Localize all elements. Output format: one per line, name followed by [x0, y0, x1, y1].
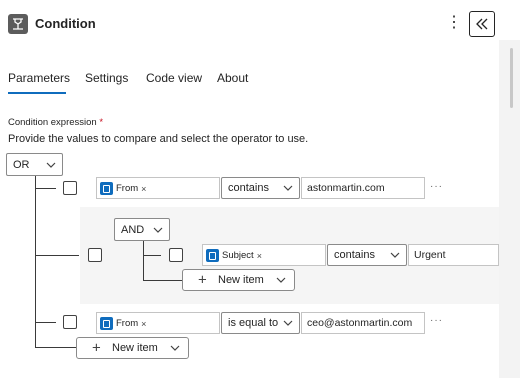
row-options-button[interactable]: ···	[430, 181, 443, 192]
row-options-button[interactable]: ···	[430, 315, 443, 326]
dynamic-content-token: Subject ×	[206, 248, 262, 263]
condition-right-field[interactable]: ceo@astonmartin.com	[301, 312, 425, 334]
group-operator-value: AND	[121, 223, 145, 236]
remove-token-icon[interactable]: ×	[257, 251, 262, 261]
chevron-down-icon	[276, 277, 286, 283]
operator-dropdown[interactable]: contains	[327, 244, 407, 266]
group-new-item-button[interactable]: + New item	[182, 269, 295, 291]
tree-branch	[35, 347, 76, 348]
chevron-down-icon	[170, 345, 180, 351]
operator-value: contains	[228, 182, 269, 194]
active-tab-indicator	[8, 92, 66, 94]
new-item-label: New item	[218, 274, 264, 286]
operator-value: contains	[334, 249, 375, 261]
new-item-button[interactable]: + New item	[76, 337, 189, 359]
dynamic-content-token: From ×	[100, 181, 146, 196]
tree-branch	[35, 255, 79, 256]
tab-settings[interactable]: Settings	[85, 71, 128, 85]
tree-branch	[35, 188, 56, 189]
value-text: Urgent	[414, 249, 446, 261]
double-chevron-left-icon	[476, 18, 488, 30]
plus-icon: +	[92, 339, 101, 357]
new-item-label: New item	[112, 342, 158, 354]
plus-icon: +	[198, 271, 207, 289]
panel-title: Condition	[35, 16, 96, 31]
root-operator-value: OR	[13, 158, 30, 171]
group-operator-dropdown[interactable]: AND	[114, 218, 170, 241]
tab-about[interactable]: About	[217, 71, 248, 85]
group-tree-branch	[143, 280, 182, 281]
more-options-button[interactable]: ⋮	[446, 12, 462, 34]
collapse-panel-button[interactable]	[469, 11, 495, 37]
outlook-icon	[100, 182, 113, 195]
condition-right-field[interactable]: Urgent	[408, 244, 499, 266]
token-label: Subject	[222, 250, 254, 261]
dynamic-content-token: From ×	[100, 316, 146, 331]
condition-icon	[8, 14, 28, 34]
group-tree-line	[143, 241, 144, 280]
chevron-down-icon	[153, 227, 163, 233]
chevron-down-icon	[283, 320, 293, 326]
token-label: From	[116, 318, 139, 329]
token-label: From	[116, 183, 139, 194]
condition-description: Provide the values to compare and select…	[8, 133, 309, 145]
group-tree-branch	[143, 255, 161, 256]
group-checkbox[interactable]	[88, 248, 102, 262]
chevron-down-icon	[283, 185, 293, 191]
condition-expression-text: Condition expression	[8, 117, 97, 128]
remove-token-icon[interactable]: ×	[141, 319, 146, 329]
remove-token-icon[interactable]: ×	[141, 184, 146, 194]
condition-left-field[interactable]: From ×	[96, 177, 220, 199]
row-checkbox[interactable]	[63, 315, 77, 329]
operator-dropdown[interactable]: contains	[221, 177, 300, 199]
condition-expression-label: Condition expression *	[8, 117, 103, 128]
value-text: astonmartin.com	[307, 182, 385, 194]
outlook-icon	[206, 249, 219, 262]
scrollbar-thumb[interactable]	[510, 48, 513, 108]
chevron-down-icon	[390, 252, 400, 258]
required-mark: *	[99, 117, 104, 128]
tree-branch	[35, 322, 56, 323]
condition-left-field[interactable]: Subject ×	[202, 244, 326, 266]
outlook-icon	[100, 317, 113, 330]
tab-code-view[interactable]: Code view	[146, 71, 202, 85]
operator-dropdown[interactable]: is equal to	[221, 312, 300, 334]
row-checkbox[interactable]	[63, 181, 77, 195]
condition-right-field[interactable]: astonmartin.com	[301, 177, 425, 199]
value-text: ceo@astonmartin.com	[307, 317, 413, 329]
row-checkbox[interactable]	[169, 248, 183, 262]
root-operator-dropdown[interactable]: OR	[6, 153, 63, 176]
condition-left-field[interactable]: From ×	[96, 312, 220, 334]
chevron-down-icon	[46, 162, 56, 168]
tab-parameters[interactable]: Parameters	[8, 71, 70, 85]
operator-value: is equal to	[228, 317, 279, 329]
